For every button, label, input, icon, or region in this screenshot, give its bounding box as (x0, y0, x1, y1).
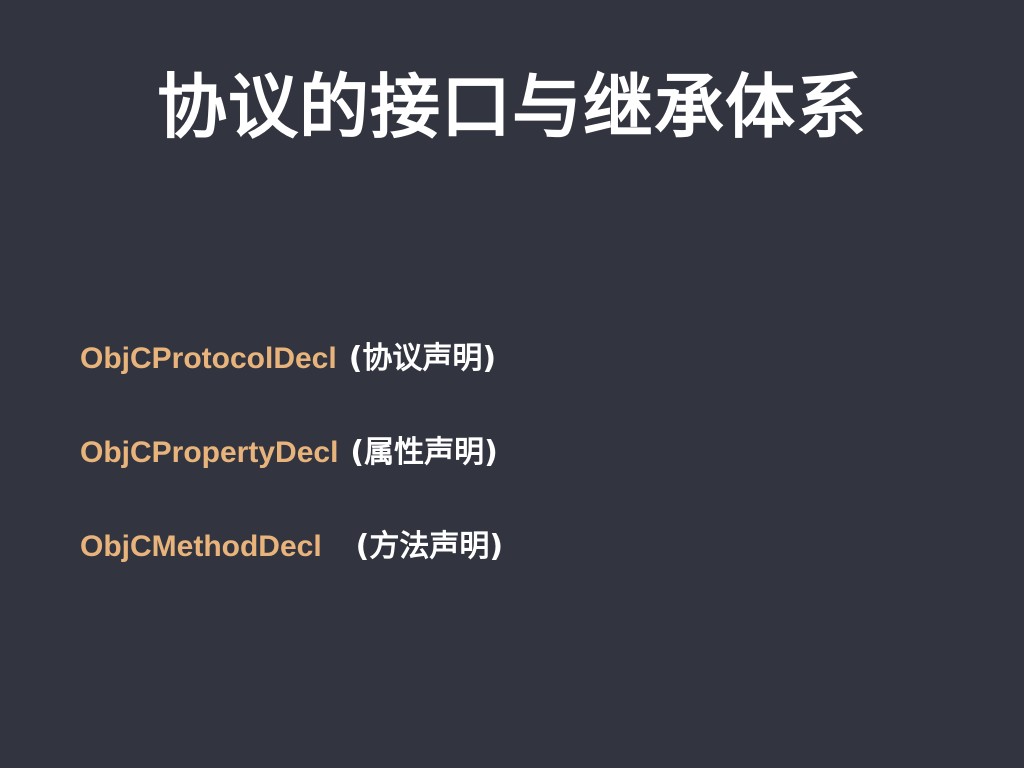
decl-name: ObjCMethodDecl (80, 530, 322, 563)
slide: 协议的接口与继承体系 ObjCProtocolDecl (协议声明) ObjCPr… (0, 0, 1024, 768)
decl-description: (方法声明) (355, 529, 504, 564)
list-item: ObjCProtocolDecl (协议声明) (80, 335, 980, 383)
list-item: ObjCPropertyDecl (属性声明) (80, 429, 980, 477)
decl-name: ObjCProtocolDecl (80, 342, 337, 375)
decl-list: ObjCProtocolDecl (协议声明) ObjCPropertyDecl (… (80, 335, 980, 617)
list-item: ObjCMethodDecl (方法声明) (80, 523, 980, 571)
decl-name: ObjCPropertyDecl (80, 436, 339, 469)
slide-title: 协议的接口与继承体系 (157, 66, 867, 148)
decl-description: (协议声明) (348, 341, 497, 376)
decl-description: (属性声明) (350, 435, 498, 470)
